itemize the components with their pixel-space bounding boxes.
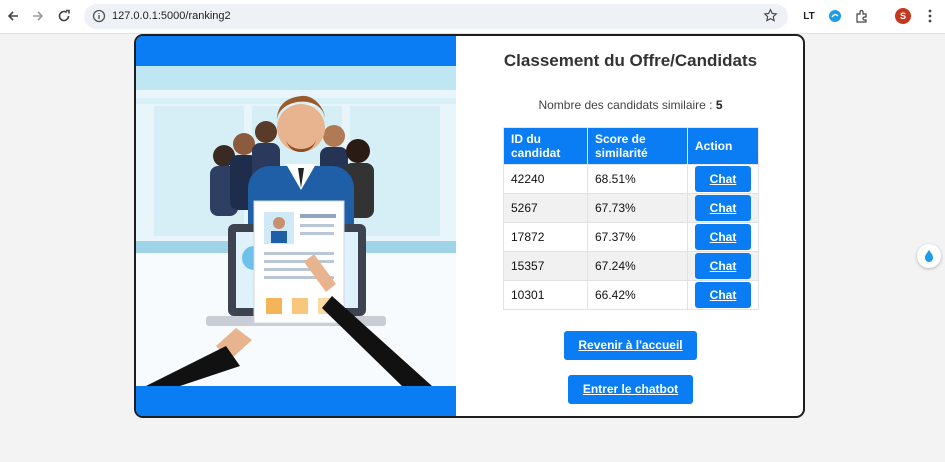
action-cell: Chat xyxy=(687,251,759,281)
chat-button[interactable]: Chat xyxy=(695,253,751,279)
ranking-panel: Classement du Offre/Candidats Nombre des… xyxy=(456,36,803,416)
chat-button[interactable]: Chat xyxy=(695,224,751,250)
action-cell: Chat xyxy=(687,193,759,223)
header-similarity-score: Score de similarité xyxy=(587,127,688,165)
candidate-count-value: 5 xyxy=(715,98,723,112)
candidate-id: 10301 xyxy=(503,280,588,310)
profile-avatar[interactable]: S xyxy=(895,8,911,24)
candidate-id: 15357 xyxy=(503,251,588,281)
blue-extension-icon[interactable] xyxy=(826,7,844,25)
action-cell: Chat xyxy=(687,280,759,310)
enter-chatbot-button[interactable]: Entrer le chatbot xyxy=(568,375,693,404)
browser-toolbar: 127.0.0.1:5000/ranking2 LT S xyxy=(0,0,945,34)
chat-button[interactable]: Chat xyxy=(695,195,751,221)
ranking-table: ID du candidat Score de similarité Actio… xyxy=(503,127,759,310)
table-header-row: ID du candidat Score de similarité Actio… xyxy=(503,127,759,165)
bookmark-star-icon[interactable] xyxy=(763,8,778,28)
header-action: Action xyxy=(687,127,759,165)
candidate-id: 42240 xyxy=(503,164,588,194)
back-arrow-icon[interactable] xyxy=(3,6,23,26)
url-text[interactable]: 127.0.0.1:5000/ranking2 xyxy=(112,10,231,22)
candidate-id: 17872 xyxy=(503,222,588,252)
extensions-puzzle-icon[interactable] xyxy=(853,7,871,25)
page-title: Classement du Offre/Candidats xyxy=(503,51,758,70)
similarity-score: 68.51% xyxy=(587,164,688,194)
similarity-score: 66.42% xyxy=(587,280,688,310)
table-row: 15357 67.24% Chat xyxy=(503,251,759,281)
action-cell: Chat xyxy=(687,164,759,194)
header-candidate-id: ID du candidat xyxy=(503,127,588,165)
table-row: 10301 66.42% Chat xyxy=(503,280,759,310)
chat-button[interactable]: Chat xyxy=(695,166,751,192)
floating-extension-icon[interactable] xyxy=(917,244,941,268)
similarity-score: 67.37% xyxy=(587,222,688,252)
profile-initial: S xyxy=(899,11,906,21)
address-bar[interactable]: 127.0.0.1:5000/ranking2 xyxy=(84,4,788,29)
reload-icon[interactable] xyxy=(54,6,74,26)
back-home-button[interactable]: Revenir à l'accueil xyxy=(564,331,697,360)
candidate-count: Nombre des candidats similaire : 5 xyxy=(456,98,803,112)
similarity-score: 67.24% xyxy=(587,251,688,281)
menu-kebab-icon[interactable] xyxy=(921,7,939,25)
candidate-count-label: Nombre des candidats similaire : xyxy=(538,98,713,112)
chat-button[interactable]: Chat xyxy=(695,282,751,308)
action-cell: Chat xyxy=(687,222,759,252)
similarity-score: 67.73% xyxy=(587,193,688,223)
table-row: 5267 67.73% Chat xyxy=(503,193,759,223)
forward-arrow-icon[interactable] xyxy=(28,6,48,26)
languagetool-label: LT xyxy=(803,10,815,22)
candidate-id: 5267 xyxy=(503,193,588,223)
site-info-icon[interactable] xyxy=(92,9,106,28)
ranking-card: Classement du Offre/Candidats Nombre des… xyxy=(134,34,805,418)
recruitment-illustration xyxy=(136,36,456,416)
table-row: 42240 68.51% Chat xyxy=(503,164,759,194)
languagetool-extension-icon[interactable]: LT xyxy=(800,7,818,25)
table-row: 17872 67.37% Chat xyxy=(503,222,759,252)
